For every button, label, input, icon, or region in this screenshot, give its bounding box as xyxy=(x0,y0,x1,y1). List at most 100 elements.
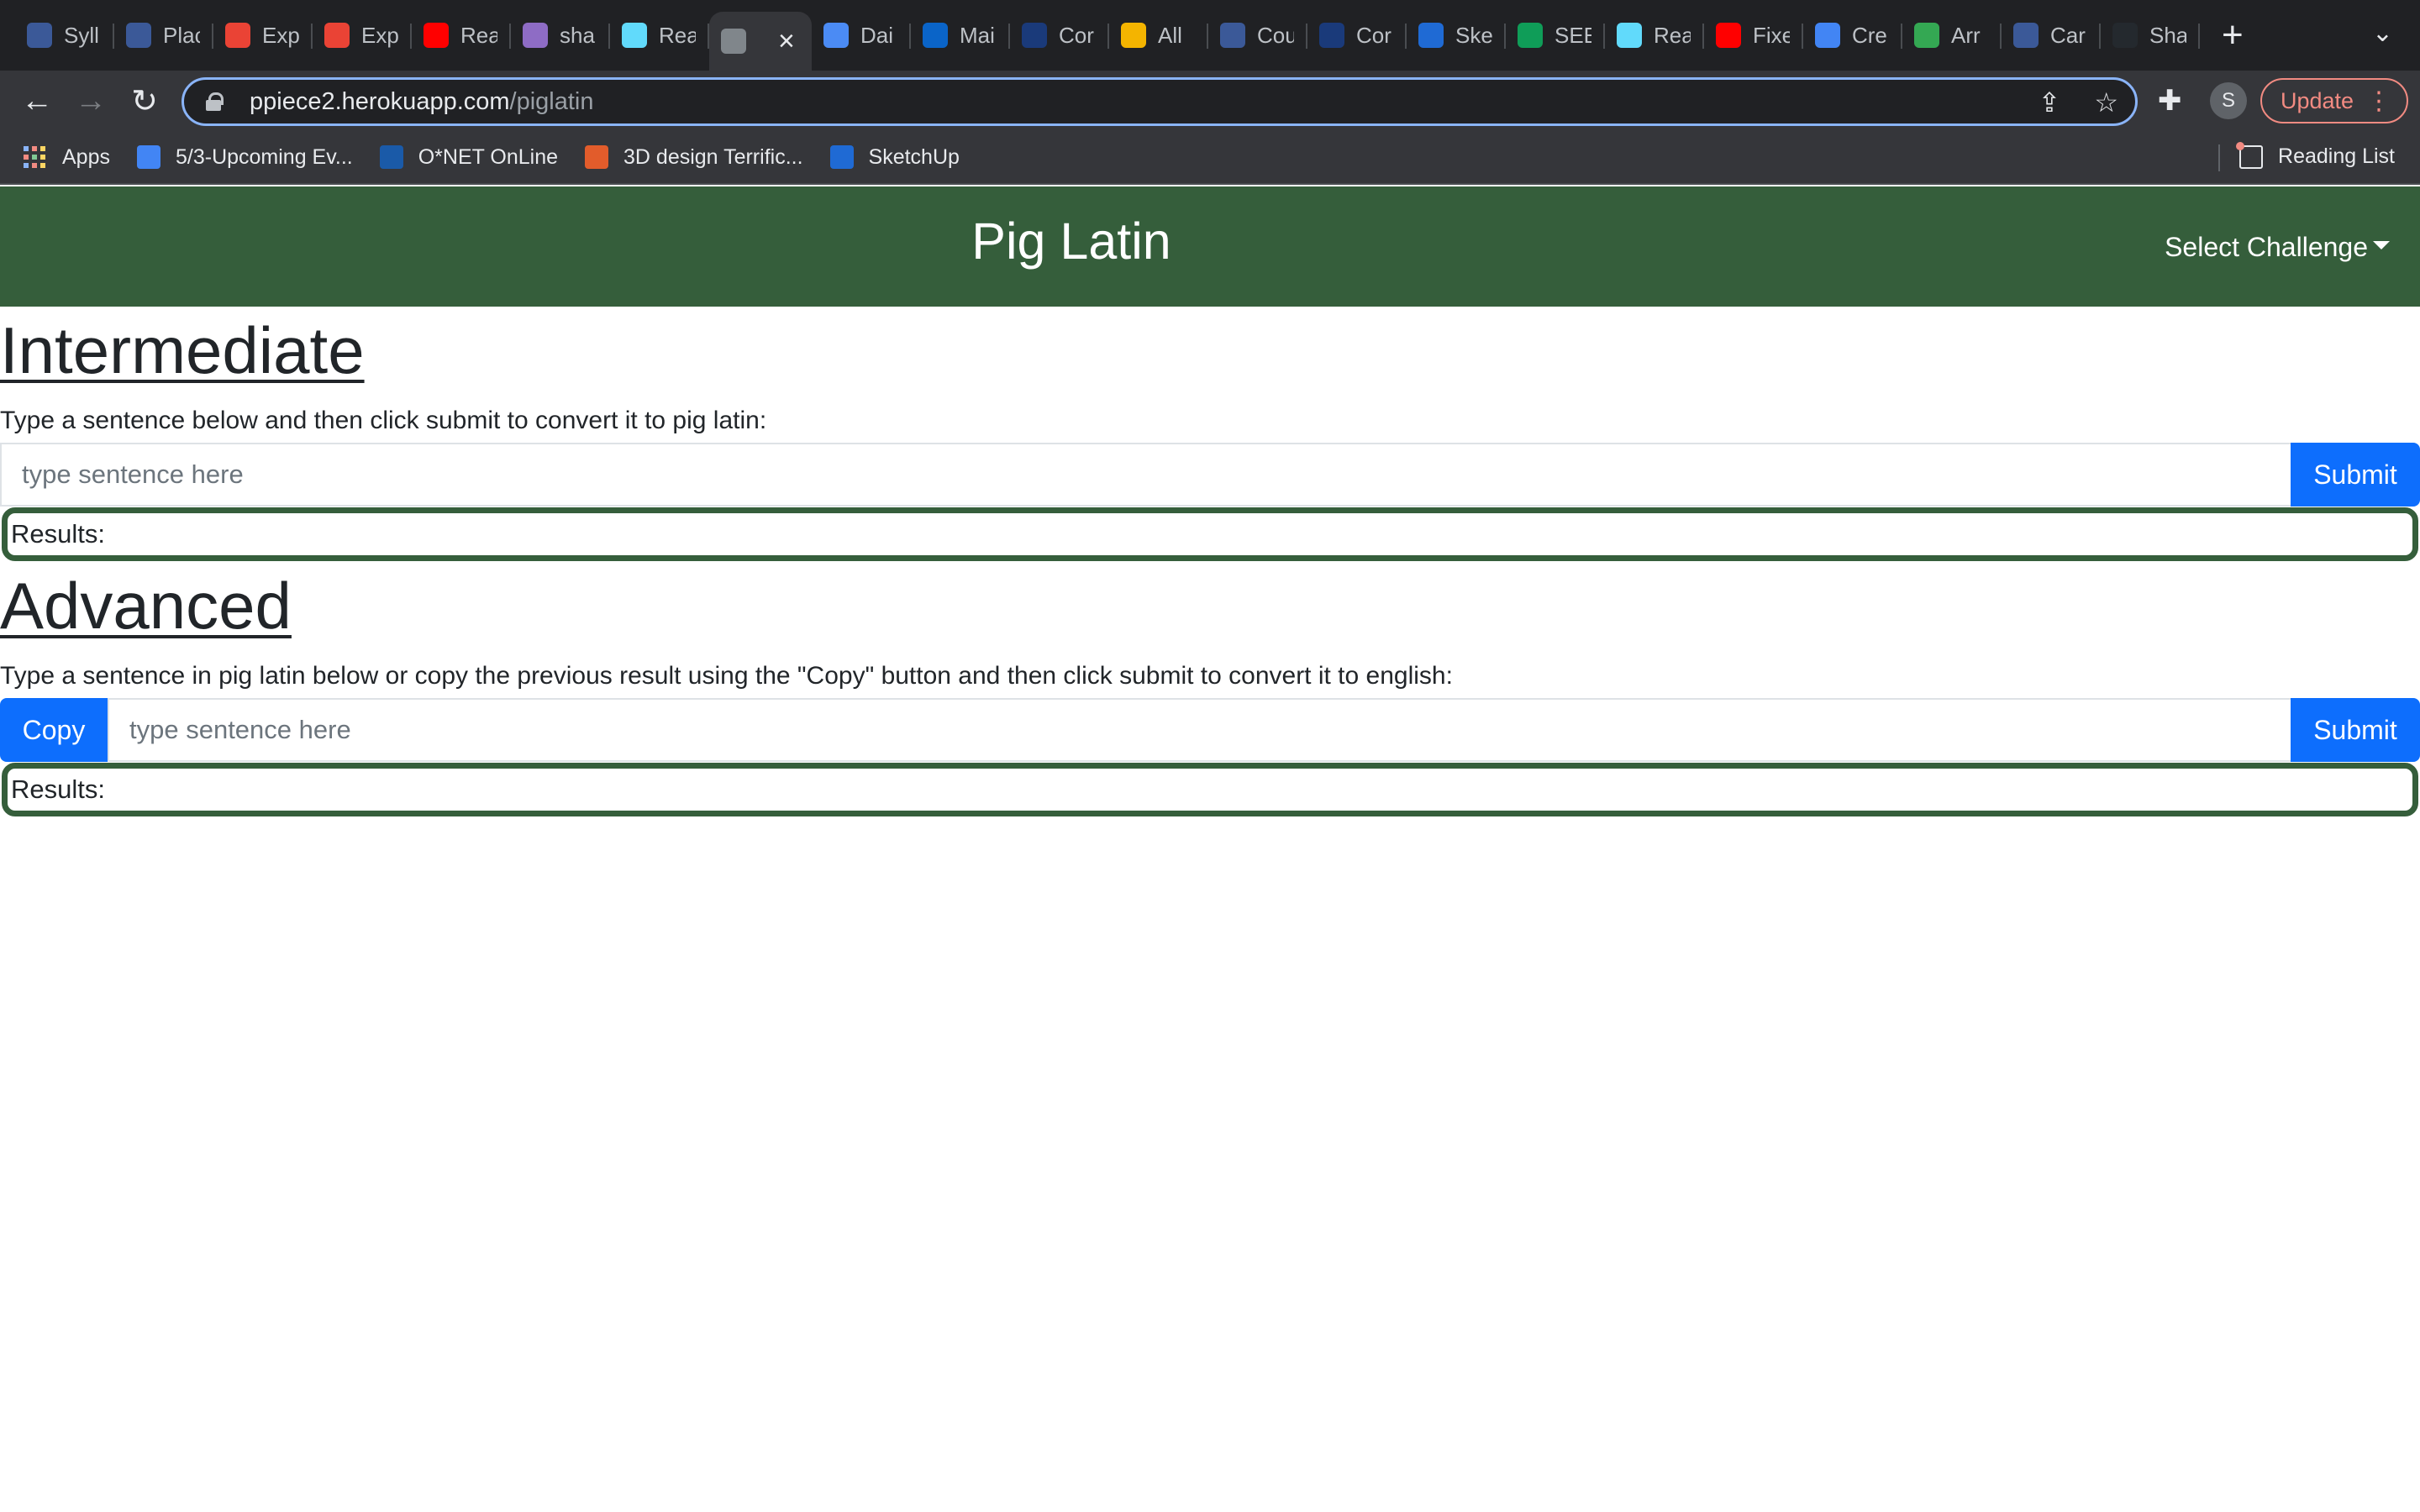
apps-grid-icon xyxy=(24,146,45,168)
h-logo-icon xyxy=(523,23,548,48)
browser-tab[interactable]: Plac xyxy=(114,8,213,62)
bookmark-item[interactable]: O*NET OnLine xyxy=(379,144,559,170)
intermediate-prompt: Type a sentence below and then click sub… xyxy=(0,407,767,434)
blue-logo-icon xyxy=(1319,23,1344,48)
tab-label: Dai xyxy=(860,22,894,48)
tab-label: Plac xyxy=(163,22,200,48)
tab-label: Exp xyxy=(262,22,299,48)
advanced-results-label: Results: xyxy=(11,774,105,804)
select-challenge-label: Select Challenge xyxy=(2165,232,2368,262)
share-icon[interactable]: ⇪ xyxy=(2039,87,2061,118)
extensions-puzzle-icon[interactable]: ✚ xyxy=(2158,84,2182,118)
advanced-sentence-input[interactable] xyxy=(108,698,2291,762)
outlook-icon xyxy=(923,23,948,48)
browser-tab[interactable]: Exp xyxy=(313,8,412,62)
tab-label: Cor xyxy=(1059,22,1094,48)
bookmark-item[interactable]: 3D design Terrific... xyxy=(585,145,803,170)
onet-icon xyxy=(379,145,403,169)
browser-tab[interactable]: Dai xyxy=(812,8,911,62)
page-title: Pig Latin xyxy=(971,213,1171,270)
tab-label: Mai xyxy=(960,22,995,48)
tab-label: Rea xyxy=(659,22,696,48)
advanced-submit-button[interactable]: Submit xyxy=(2291,698,2420,762)
advanced-results-box: Results: xyxy=(2,763,2418,816)
browser-tab[interactable]: Rea xyxy=(412,8,511,62)
browser-tab[interactable]: × xyxy=(709,12,812,71)
a-circle-icon xyxy=(324,23,350,48)
intermediate-sentence-input[interactable] xyxy=(0,443,2291,507)
reload-icon[interactable]: ↻ xyxy=(118,74,171,128)
browser-tab[interactable]: Cou xyxy=(1208,8,1307,62)
browser-tab[interactable]: Car xyxy=(2002,8,2101,62)
a-circle-icon xyxy=(225,23,250,48)
tab-label: Cre xyxy=(1852,22,1887,48)
tab-label: Rea xyxy=(1654,22,1691,48)
reading-list-button[interactable]: Reading List xyxy=(2236,141,2395,169)
tab-label: Fixe xyxy=(1753,22,1790,48)
advanced-heading: Advanced xyxy=(0,569,292,643)
blue-logo-icon xyxy=(1022,23,1047,48)
browser-tab[interactable]: Cor xyxy=(1307,8,1407,62)
globe-icon xyxy=(721,29,746,54)
forward-icon[interactable]: → xyxy=(64,74,118,128)
bookmark-label: Apps xyxy=(62,144,110,169)
browser-tab[interactable]: Sha xyxy=(2101,8,2200,62)
browser-tab[interactable]: Fixe xyxy=(1704,8,1803,62)
k-logo-icon xyxy=(1220,23,1245,48)
update-button[interactable]: Update ⋮ xyxy=(2260,78,2408,123)
url-host: ppiece2.herokuapp.com xyxy=(250,87,510,115)
bookmark-label: O*NET OnLine xyxy=(418,144,559,169)
lock-icon[interactable] xyxy=(206,92,224,111)
intermediate-submit-button[interactable]: Submit xyxy=(2291,443,2420,507)
browser-tab[interactable]: Exp xyxy=(213,8,313,62)
bookmark-label: 3D design Terrific... xyxy=(623,144,803,169)
tab-label: Arr xyxy=(1951,22,1981,48)
browser-tab[interactable]: sha xyxy=(511,8,610,62)
tab-label: Exp xyxy=(361,22,398,48)
browser-tab[interactable]: All xyxy=(1109,8,1208,62)
bookmark-item[interactable]: Apps xyxy=(24,145,110,170)
k-logo-icon xyxy=(126,23,151,48)
tab-label: Cou xyxy=(1257,22,1294,48)
s-logo-icon xyxy=(1121,23,1146,48)
bookmark-star-icon[interactable]: ☆ xyxy=(2094,87,2118,118)
close-tab-icon[interactable]: × xyxy=(778,25,795,58)
tab-strip: Syll Plac Exp Exp Rea sha Rea × Dai Mai Cor All Cou C… xyxy=(0,0,2420,71)
update-label: Update xyxy=(2281,87,2354,113)
bookmark-item[interactable]: SketchUp xyxy=(829,145,960,170)
back-icon[interactable]: ← xyxy=(10,74,64,128)
tab-label: Car xyxy=(2050,22,2086,48)
browser-tab[interactable]: SEE xyxy=(1506,8,1605,62)
reading-list-icon xyxy=(2236,141,2264,169)
docs-icon xyxy=(136,145,160,169)
caret-down-icon xyxy=(2373,240,2390,249)
browser-tab[interactable]: Mai xyxy=(911,8,1010,62)
tinkercad-icon xyxy=(585,145,609,169)
browser-tab[interactable]: Ske xyxy=(1407,8,1506,62)
bookmark-label: 5/3-Upcoming Ev... xyxy=(175,144,353,169)
more-menu-icon[interactable]: ⋮ xyxy=(2366,87,2391,116)
intermediate-input-group: Submit xyxy=(0,443,2420,507)
profile-avatar[interactable]: S xyxy=(2210,82,2247,119)
tab-label: Syll xyxy=(64,22,99,48)
address-bar[interactable]: ppiece2.herokuapp.com/piglatin ⇪ ☆ xyxy=(182,77,2138,126)
copy-button[interactable]: Copy xyxy=(0,698,108,762)
browser-tab[interactable]: Rea xyxy=(610,8,709,62)
select-challenge-dropdown[interactable]: Select Challenge xyxy=(2165,232,2390,263)
browser-tab[interactable]: Syll xyxy=(15,8,114,62)
browser-tab[interactable]: Cor xyxy=(1010,8,1109,62)
tab-label: Cor xyxy=(1356,22,1392,48)
tab-label: sha xyxy=(560,22,595,48)
tab-label: Rea xyxy=(460,22,497,48)
bookmarks-bar: Apps 5/3-Upcoming Ev... O*NET OnLine 3D des… xyxy=(0,131,2420,185)
bookmark-item[interactable]: 5/3-Upcoming Ev... xyxy=(136,144,353,170)
advanced-input-group: Copy Submit xyxy=(0,698,2420,762)
browser-tab[interactable]: Arr xyxy=(1902,8,2002,62)
browser-tab[interactable]: Rea xyxy=(1605,8,1704,62)
browser-tab[interactable]: Cre xyxy=(1803,8,1902,62)
new-tab-icon[interactable]: + xyxy=(2222,14,2244,56)
tab-label: Sha xyxy=(2149,22,2186,48)
checkmark-icon xyxy=(823,23,849,48)
tab-search-icon[interactable]: ⌄ xyxy=(2372,18,2393,48)
c-circle-icon xyxy=(1815,23,1840,48)
